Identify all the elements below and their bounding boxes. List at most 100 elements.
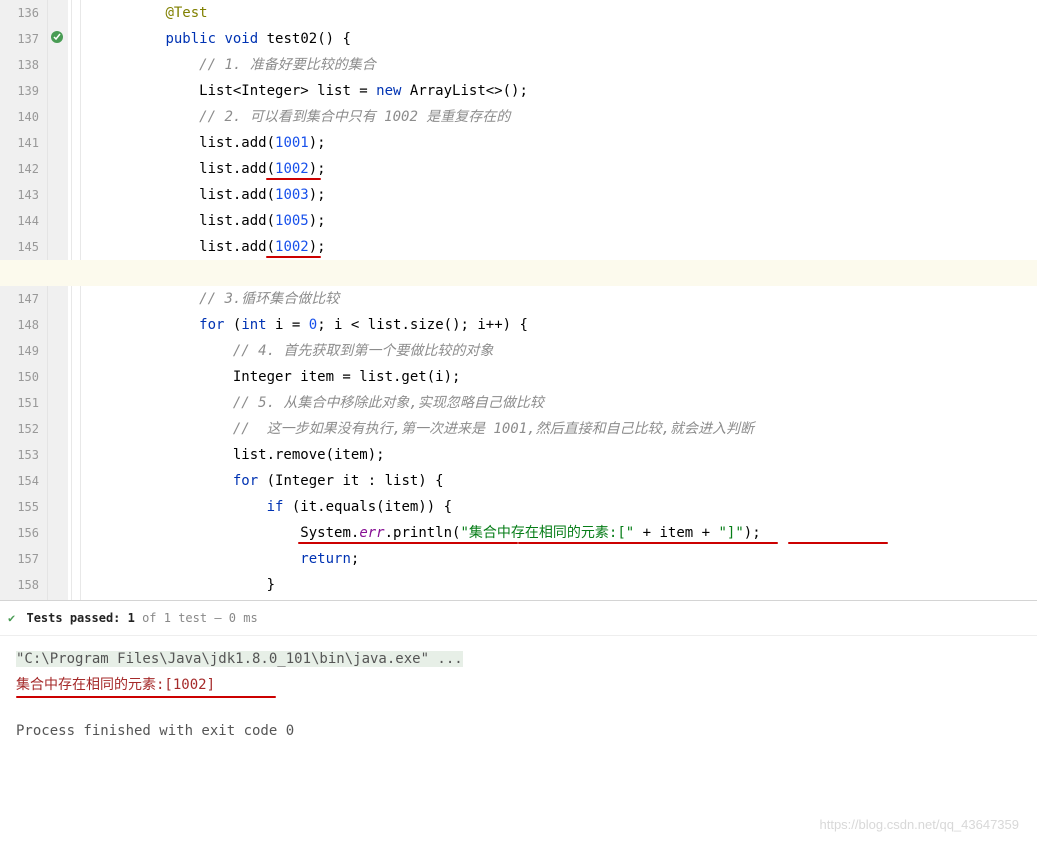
code: + item + (634, 525, 718, 541)
keyword: for (199, 317, 224, 333)
indent (98, 57, 199, 73)
line-number: 144 (0, 208, 39, 234)
tests-total: of 1 test – 0 ms (135, 611, 258, 625)
indent (98, 83, 199, 99)
code: ); (309, 213, 326, 229)
line-number: 138 (0, 52, 39, 78)
console-exit: Process finished with exit code 0 (16, 723, 294, 739)
line-number-gutter: 136 137 138 139 140 141 142 143 144 145 … (0, 0, 48, 600)
indent (98, 239, 199, 255)
line-number: 143 (0, 182, 39, 208)
code: list.add( (199, 239, 275, 255)
run-panel: ✔ Tests passed: 1 of 1 test – 0 ms "C:\P… (0, 600, 1037, 754)
line-number: 152 (0, 416, 39, 442)
indent-guides (68, 0, 90, 600)
code: list.add( (199, 161, 275, 177)
code: list.add( (199, 187, 275, 203)
comment: // 2. 可以看到集合中只有 1002 是重复存在的 (199, 109, 510, 125)
keyword: int (241, 317, 266, 333)
string: "集合中存在相同的元素:[" (460, 525, 634, 541)
code: List<Integer> list = (199, 83, 376, 99)
indent (98, 187, 199, 203)
console-stderr: 集合中存在相同的元素:[1002] (16, 672, 215, 698)
indent (98, 161, 199, 177)
test-status-bar: ✔ Tests passed: 1 of 1 test – 0 ms (0, 601, 1037, 636)
indent (98, 31, 165, 47)
code: ); (309, 161, 326, 177)
red-underline (16, 696, 276, 698)
keyword: new (376, 83, 401, 99)
line-number: 156 (0, 520, 39, 546)
line-number: 141 (0, 130, 39, 156)
indent (98, 317, 199, 333)
code: ); (309, 187, 326, 203)
code: ); (744, 525, 761, 541)
code: () { (317, 31, 351, 47)
indent (98, 109, 199, 125)
indent (98, 369, 233, 385)
code: (Integer it : list) { (258, 473, 443, 489)
line-number: 151 (0, 390, 39, 416)
indent (98, 421, 233, 437)
indent (98, 473, 233, 489)
keyword: return (300, 551, 351, 567)
comment: // 5. 从集合中移除此对象,实现忽略自己做比较 (233, 395, 544, 411)
line-number: 155 (0, 494, 39, 520)
keyword: for (233, 473, 258, 489)
code-content[interactable]: @Test public void test02() { // 1. 准备好要比… (90, 0, 1037, 600)
run-test-icon[interactable] (50, 30, 64, 48)
line-number: 145 (0, 234, 39, 260)
comment: // 1. 准备好要比较的集合 (199, 57, 376, 73)
red-underline (266, 256, 321, 258)
line-number: 154 (0, 468, 39, 494)
indent (98, 499, 267, 515)
console-output[interactable]: "C:\Program Files\Java\jdk1.8.0_101\bin\… (0, 636, 1037, 754)
line-number: 150 (0, 364, 39, 390)
indent (98, 395, 233, 411)
current-line (0, 260, 1037, 286)
indent (98, 5, 165, 21)
number: 1001 (275, 135, 309, 151)
tests-passed-label: Tests passed: (26, 611, 120, 625)
red-underline (298, 542, 518, 544)
keyword: void (224, 31, 258, 47)
line-number: 149 (0, 338, 39, 364)
indent (98, 447, 233, 463)
line-number: 147 (0, 286, 39, 312)
line-number: 136 (0, 0, 39, 26)
indent (98, 135, 199, 151)
tests-passed-count: 1 (128, 611, 135, 625)
indent (98, 525, 300, 541)
string: "]" (718, 525, 743, 541)
code-editor[interactable]: 136 137 138 139 140 141 142 143 144 145 … (0, 0, 1037, 600)
code: .println( (385, 525, 461, 541)
code: i = (267, 317, 309, 333)
line-number: 139 (0, 78, 39, 104)
code: (it.equals(item)) { (283, 499, 452, 515)
code: ; i < list.size(); i++) { (317, 317, 528, 333)
comment: // 这一步如果没有执行,第一次进来是 1001,然后直接和自己比较,就会进入判… (233, 421, 754, 437)
code: ); (309, 135, 326, 151)
number: 1002 (275, 161, 309, 177)
number: 1003 (275, 187, 309, 203)
console-command: "C:\Program Files\Java\jdk1.8.0_101\bin\… (16, 651, 463, 667)
method-name: test02 (258, 31, 317, 47)
code: Integer item = list.get(i); (233, 369, 461, 385)
keyword: if (267, 499, 284, 515)
code: System. (300, 525, 359, 541)
indent (98, 343, 233, 359)
number: 1005 (275, 213, 309, 229)
line-number: 140 (0, 104, 39, 130)
keyword: public (165, 31, 216, 47)
line-number: 148 (0, 312, 39, 338)
line-number: 153 (0, 442, 39, 468)
line-number: 157 (0, 546, 39, 572)
code: ; (351, 551, 359, 567)
comment: // 4. 首先获取到第一个要做比较的对象 (233, 343, 494, 359)
code: list.add( (199, 135, 275, 151)
indent (98, 213, 199, 229)
check-icon: ✔ (8, 611, 15, 625)
code: ( (224, 317, 241, 333)
red-underline (518, 542, 778, 544)
watermark: https://blog.csdn.net/qq_43647359 (820, 817, 1020, 832)
